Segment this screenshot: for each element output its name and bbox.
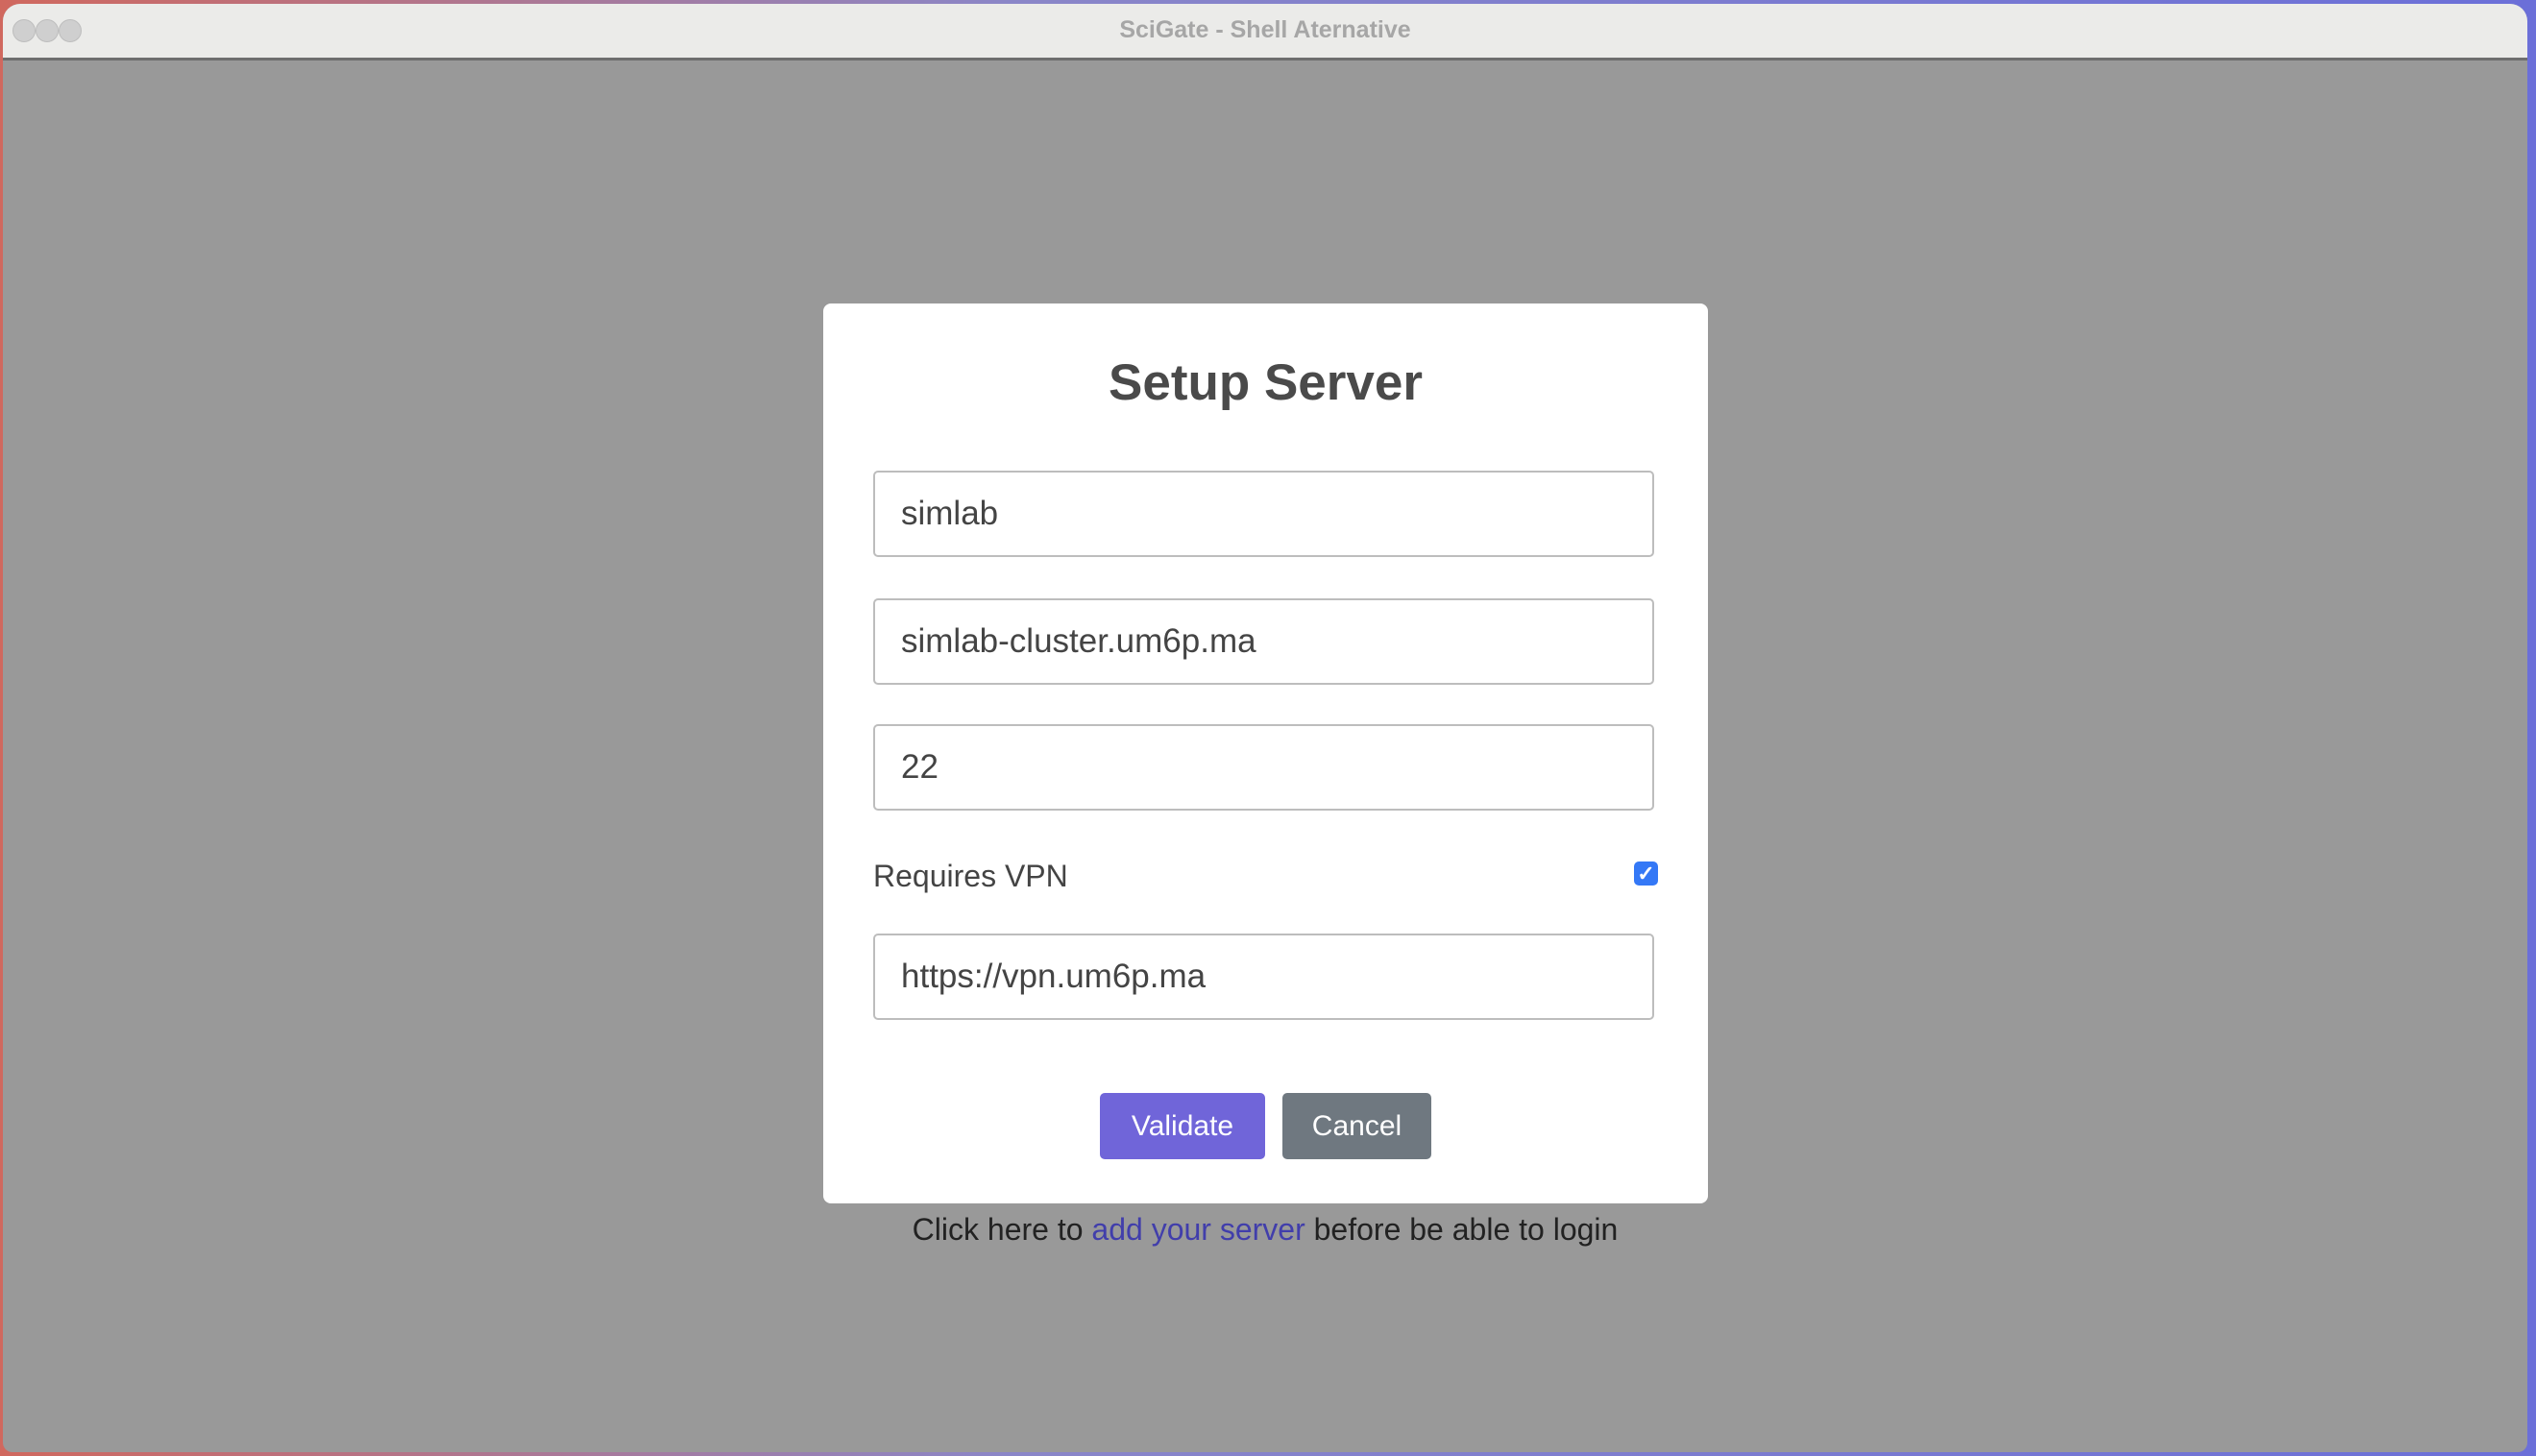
title-bar[interactable]: SciGate - Shell Aternative xyxy=(3,4,2527,61)
hint-suffix: before be able to login xyxy=(1313,1212,1619,1247)
dialog-title: Setup Server xyxy=(1109,354,1423,411)
vpn-url-input[interactable] xyxy=(873,934,1654,1020)
server-port-input[interactable] xyxy=(873,724,1654,811)
checkmark-icon: ✓ xyxy=(1637,861,1655,886)
server-name-input[interactable] xyxy=(873,471,1654,557)
validate-button[interactable]: Validate xyxy=(1100,1093,1265,1159)
add-server-hint: Click here to add your server before be … xyxy=(3,1212,2527,1248)
requires-vpn-label: Requires VPN xyxy=(873,859,1068,893)
server-host-input[interactable] xyxy=(873,598,1654,685)
setup-server-dialog: Setup Server Requires VPN ✓ Validate Can… xyxy=(823,303,1708,1203)
requires-vpn-checkbox[interactable]: ✓ xyxy=(1634,861,1658,886)
hint-prefix: Click here to xyxy=(912,1212,1084,1247)
cancel-button[interactable]: Cancel xyxy=(1282,1093,1431,1159)
add-server-link[interactable]: add your server xyxy=(1091,1212,1305,1247)
app-window: SciGate - Shell Aternative Setup Server … xyxy=(3,4,2527,1452)
window-title: SciGate - Shell Aternative xyxy=(1119,16,1411,43)
